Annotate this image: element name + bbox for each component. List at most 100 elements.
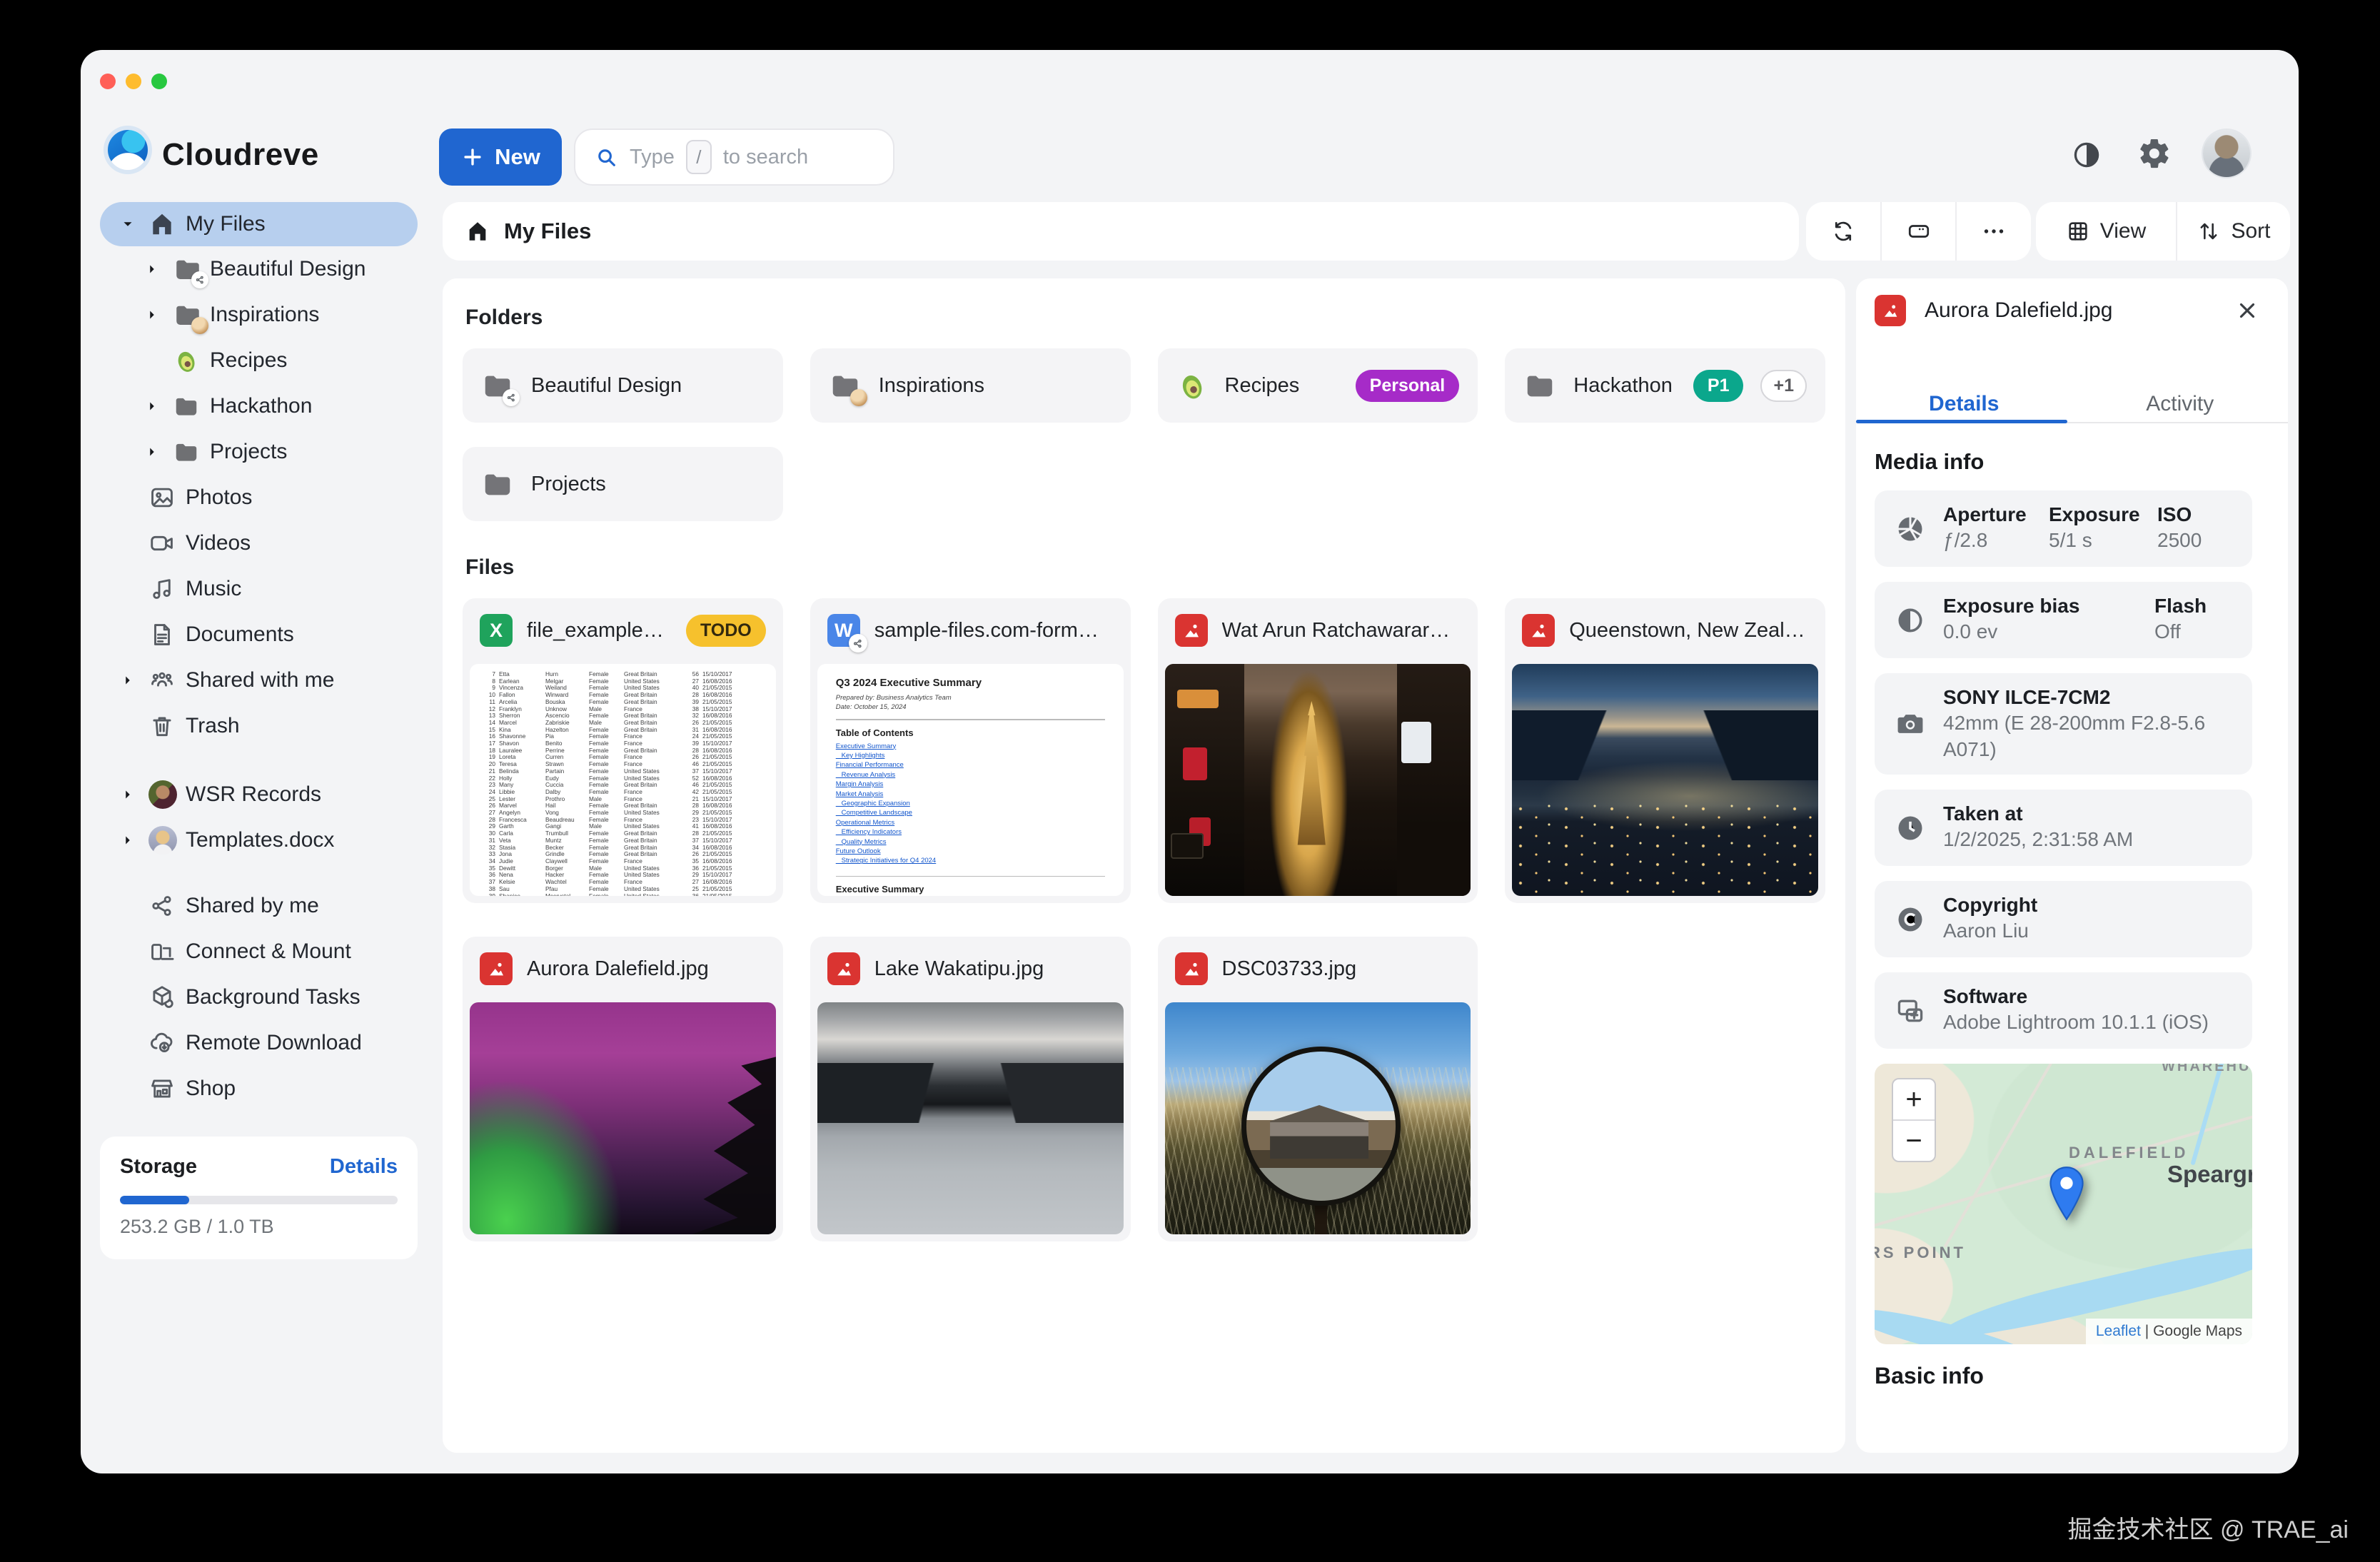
sidebar-item-recipes[interactable]: Recipes xyxy=(100,338,418,383)
close-icon[interactable] xyxy=(2235,298,2259,323)
caret-right-icon[interactable] xyxy=(144,307,173,323)
folder-icon xyxy=(173,438,207,465)
folder-card-inspirations[interactable]: Inspirations xyxy=(810,348,1131,423)
file-card-dsc03733[interactable]: DSC03733.jpg xyxy=(1158,937,1478,1241)
storage-details-link[interactable]: Details xyxy=(330,1155,398,1179)
pagination-button[interactable] xyxy=(1880,202,1956,261)
map-label-dalefield: DALEFIELD xyxy=(2069,1144,2189,1162)
breadcrumb[interactable]: My Files xyxy=(443,202,1799,261)
spreadsheet-row: 21BelindaPartainFemaleUnited States3715/… xyxy=(480,768,766,775)
tab-details[interactable]: Details xyxy=(1856,386,2072,423)
file-name: Lake Wakatipu.jpg xyxy=(874,957,1114,981)
search-input[interactable]: Type / to search xyxy=(574,129,894,186)
sidebar-item-shared-by-me[interactable]: Shared by me xyxy=(100,883,418,929)
folder-name: Hackathon xyxy=(1573,374,1676,398)
location-map[interactable]: WHAREHU DALEFIELD Speargra RS POINT + − … xyxy=(1875,1064,2252,1344)
doc-toc-link: Efficiency Indicators xyxy=(836,827,1105,837)
sidebar-item-background-tasks[interactable]: Background Tasks xyxy=(100,974,418,1020)
map-label-speargrass: Speargra xyxy=(2167,1161,2252,1188)
more-button[interactable] xyxy=(1955,202,2031,261)
grid-icon xyxy=(2066,219,2090,243)
caret-right-icon[interactable] xyxy=(144,261,173,277)
file-card-lake-wakatipu[interactable]: Lake Wakatipu.jpg xyxy=(810,937,1131,1241)
sidebar-item-label: Hackathon xyxy=(210,394,312,418)
sidebar-item-my-files[interactable]: My Files xyxy=(100,202,418,246)
sidebar-item-remote-download[interactable]: Remote Download xyxy=(100,1020,418,1066)
sidebar-item-label: Recipes xyxy=(210,348,287,373)
slash-key-hint: / xyxy=(686,140,712,174)
leaflet-link[interactable]: Leaflet xyxy=(2096,1323,2141,1339)
zoom-out-button[interactable]: − xyxy=(1893,1119,1935,1161)
sidebar-item-beautiful-design[interactable]: Beautiful Design xyxy=(100,246,418,292)
caret-right-icon[interactable] xyxy=(120,832,148,848)
folder-card-projects[interactable]: Projects xyxy=(463,447,783,521)
folder-card-beautiful-design[interactable]: Beautiful Design xyxy=(463,348,783,423)
file-card-queenstown[interactable]: Queenstown, New Zeal… xyxy=(1505,598,1825,903)
folder-card-hackathon[interactable]: Hackathon P1 +1 xyxy=(1505,348,1825,423)
file-card-spreadsheet[interactable]: X file_example… TODO 7EttaHurnFemaleGrea… xyxy=(463,598,783,903)
sidebar-item-trash[interactable]: Trash xyxy=(100,703,418,749)
caret-right-icon[interactable] xyxy=(120,787,148,802)
ellipsis-icon xyxy=(1981,218,2007,244)
tab-activity[interactable]: Activity xyxy=(2072,386,2289,423)
sidebar-item-label: Remote Download xyxy=(186,1031,362,1055)
file-card-document[interactable]: W sample-files.com-form… Q3 2024 Executi… xyxy=(810,598,1131,903)
sidebar-item-inspirations[interactable]: Inspirations xyxy=(100,292,418,338)
minimize-window-button[interactable] xyxy=(126,74,141,89)
sidebar-item-photos[interactable]: Photos xyxy=(100,475,418,520)
clock-icon xyxy=(1895,812,1926,844)
spreadsheet-row: 14MarcelZabriskieMaleGreat Britain2621/0… xyxy=(480,720,766,727)
shared-folder-icon xyxy=(173,254,207,284)
user-avatar[interactable] xyxy=(2203,130,2250,177)
files-grid: X file_example… TODO 7EttaHurnFemaleGrea… xyxy=(463,598,1825,1241)
photo-preview-queenstown xyxy=(1512,664,1818,896)
sidebar-item-shared-with-me[interactable]: Shared with me xyxy=(100,657,418,703)
tag-more: +1 xyxy=(1760,370,1807,402)
sidebar-item-label: Background Tasks xyxy=(186,985,360,1009)
cloudreve-logo xyxy=(108,130,148,170)
view-button[interactable]: View xyxy=(2036,202,2176,261)
sidebar-item-shop[interactable]: Shop xyxy=(100,1066,418,1112)
zoom-in-button[interactable]: + xyxy=(1893,1079,1935,1119)
refresh-button[interactable] xyxy=(1806,202,1880,261)
image-file-icon xyxy=(480,952,513,985)
spreadsheet-row: 19LoretaCurrenFemaleFrance2621/05/2015 xyxy=(480,754,766,761)
iso-value: 2500 xyxy=(2157,527,2238,553)
sidebar-item-wsr-records[interactable]: WSR Records xyxy=(100,772,418,817)
caret-right-icon[interactable] xyxy=(120,672,148,688)
sidebar-item-music[interactable]: Music xyxy=(100,566,418,612)
sidebar-item-videos[interactable]: Videos xyxy=(100,520,418,566)
sidebar: My Files Beautiful Design Inspirations R… xyxy=(100,202,418,1112)
image-file-icon xyxy=(1875,295,1906,326)
sort-button[interactable]: Sort xyxy=(2176,202,2290,261)
sidebar-item-hackathon[interactable]: Hackathon xyxy=(100,383,418,429)
exposure-bias-value: 0.0 ev xyxy=(1943,618,2154,645)
folder-card-recipes[interactable]: Recipes Personal xyxy=(1158,348,1478,423)
map-pin-icon[interactable] xyxy=(2048,1164,2085,1224)
file-card-aurora[interactable]: Aurora Dalefield.jpg xyxy=(463,937,783,1241)
home-icon xyxy=(465,219,490,243)
sidebar-item-connect-mount[interactable]: Connect & Mount xyxy=(100,929,418,974)
close-window-button[interactable] xyxy=(100,74,116,89)
music-icon xyxy=(148,575,183,603)
doc-toc-link: Financial Performance xyxy=(836,760,1105,770)
file-name: Queenstown, New Zeal… xyxy=(1569,619,1808,643)
file-card-wat-arun[interactable]: Wat Arun Ratchawarar… xyxy=(1158,598,1478,903)
zoom-window-button[interactable] xyxy=(151,74,167,89)
caret-right-icon[interactable] xyxy=(144,444,173,460)
caret-down-icon[interactable] xyxy=(120,216,148,232)
sidebar-item-templates[interactable]: Templates.docx xyxy=(100,817,418,863)
sidebar-item-projects[interactable]: Projects xyxy=(100,429,418,475)
theme-toggle-button[interactable] xyxy=(2071,139,2102,171)
new-button[interactable]: New xyxy=(439,129,562,186)
caret-right-icon[interactable] xyxy=(144,398,173,414)
search-icon xyxy=(594,145,618,169)
spreadsheet-row: 7EttaHurnFemaleGreat Britain5615/10/2017 xyxy=(480,671,766,678)
spreadsheet-row: 15KinaHazeltonFemaleGreat Britain3116/08… xyxy=(480,727,766,734)
file-name: file_example… xyxy=(527,619,672,643)
settings-button[interactable] xyxy=(2137,136,2172,171)
spreadsheet-row: 34JudieClaywellFemaleFrance3516/08/2016 xyxy=(480,858,766,865)
storage-usage: 253.2 GB / 1.0 TB xyxy=(120,1216,398,1238)
shop-icon xyxy=(148,1075,183,1102)
sidebar-item-documents[interactable]: Documents xyxy=(100,612,418,657)
